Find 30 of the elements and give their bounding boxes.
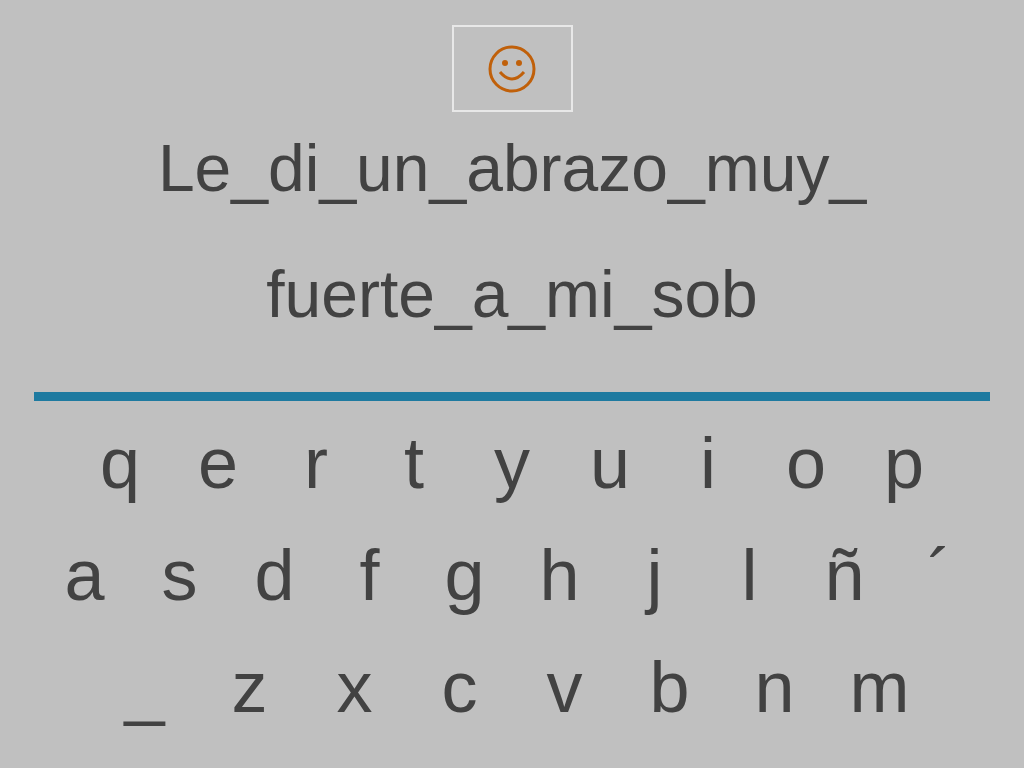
letter-key[interactable]: q bbox=[71, 421, 169, 505]
letter-key[interactable]: i bbox=[659, 421, 757, 505]
smiley-icon bbox=[487, 43, 537, 94]
letter-key[interactable]: b bbox=[617, 645, 722, 729]
letter-key[interactable]: ´ bbox=[892, 533, 987, 617]
sentence-line: Le_di_un_abrazo_muy_ bbox=[157, 132, 867, 204]
letter-key[interactable]: y bbox=[463, 421, 561, 505]
letter-key[interactable]: u bbox=[561, 421, 659, 505]
letter-key[interactable]: x bbox=[302, 645, 407, 729]
letter-key[interactable]: _ bbox=[92, 645, 197, 729]
letter-key[interactable]: z bbox=[197, 645, 302, 729]
letter-key[interactable]: a bbox=[37, 533, 132, 617]
letter-key[interactable]: d bbox=[227, 533, 322, 617]
letter-key[interactable]: e bbox=[169, 421, 267, 505]
letter-key[interactable]: l bbox=[702, 533, 797, 617]
letter-key[interactable]: m bbox=[827, 645, 932, 729]
letter-key[interactable]: h bbox=[512, 533, 607, 617]
letter-key[interactable]: p bbox=[855, 421, 953, 505]
letter-key[interactable]: o bbox=[757, 421, 855, 505]
sentence-line: fuerte_a_mi_sob bbox=[266, 258, 758, 330]
letter-key[interactable]: j bbox=[607, 533, 702, 617]
letter-key[interactable]: v bbox=[512, 645, 617, 729]
letter-key[interactable]: n bbox=[722, 645, 827, 729]
letter-key[interactable]: g bbox=[417, 533, 512, 617]
letter-key[interactable]: c bbox=[407, 645, 512, 729]
letter-key[interactable]: f bbox=[322, 533, 417, 617]
letter-key[interactable]: t bbox=[365, 421, 463, 505]
letter-key[interactable]: r bbox=[267, 421, 365, 505]
letter-key[interactable]: s bbox=[132, 533, 227, 617]
letter-key[interactable]: ñ bbox=[797, 533, 892, 617]
